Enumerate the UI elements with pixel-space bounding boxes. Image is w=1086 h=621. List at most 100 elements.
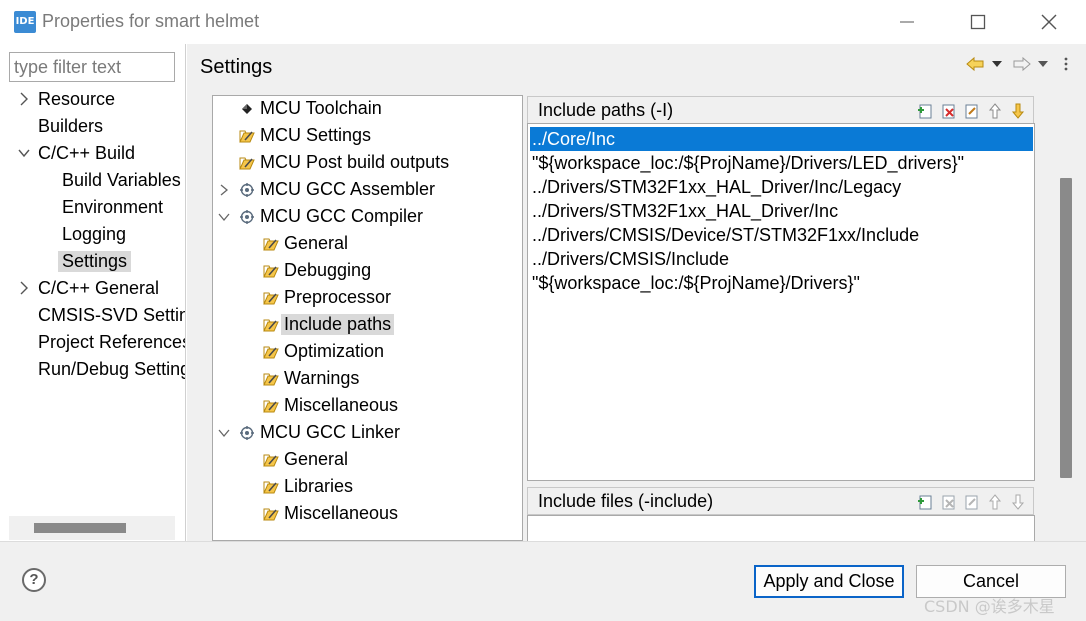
tool-tree-label: MCU Post build outputs <box>260 152 450 172</box>
tool-tree-node[interactable]: General <box>213 231 522 258</box>
tool-tree-label: Miscellaneous <box>284 395 399 415</box>
chevron-down-icon[interactable] <box>218 211 230 223</box>
tool-tree-label: MCU Settings <box>260 125 372 145</box>
chevron-right-icon[interactable] <box>18 281 30 295</box>
nav-item-label: CMSIS-SVD Settings <box>38 305 185 325</box>
delete-icon[interactable] <box>940 102 958 120</box>
help-button[interactable]: ? <box>22 568 46 592</box>
include-path-item[interactable]: "${workspace_loc:/${ProjName}/Drivers/LE… <box>530 151 1033 175</box>
chevron-down-icon[interactable] <box>218 427 230 439</box>
tool-settings-icon <box>263 373 279 386</box>
minimize-button[interactable] <box>884 4 930 40</box>
nav-item[interactable]: CMSIS-SVD Settings <box>0 303 185 330</box>
nav-item[interactable]: Resource <box>0 87 185 114</box>
include-path-item[interactable]: ../Drivers/CMSIS/Include <box>530 247 1033 271</box>
nav-item-label: Logging <box>62 224 127 244</box>
tool-tree-label: Debugging <box>284 260 372 280</box>
tool-settings-icon <box>263 400 279 413</box>
chevron-right-icon[interactable] <box>218 184 230 196</box>
back-arrow-icon[interactable] <box>966 56 984 72</box>
include-path-item[interactable]: ../Drivers/CMSIS/Device/ST/STM32F1xx/Inc… <box>530 223 1033 247</box>
tool-tree-label: General <box>284 449 349 469</box>
include-path-item[interactable]: "${workspace_loc:/${ProjName}/Drivers}" <box>530 271 1033 295</box>
tool-tree-node[interactable]: Libraries <box>213 474 522 501</box>
move-down-icon[interactable] <box>1009 102 1027 120</box>
delete-icon[interactable] <box>940 493 958 511</box>
include-path-item[interactable]: ../Drivers/STM32F1xx_HAL_Driver/Inc <box>530 199 1033 223</box>
include-paths-header: Include paths (-I) <box>527 96 1034 124</box>
chevron-down-icon[interactable] <box>18 146 30 160</box>
gear-tool-icon <box>240 426 254 440</box>
tool-tree-node[interactable]: Miscellaneous <box>213 393 522 420</box>
nav-item[interactable]: C/C++ General <box>0 276 185 303</box>
nav-item[interactable]: Logging <box>0 222 185 249</box>
edit-icon[interactable] <box>963 102 981 120</box>
nav-item[interactable]: Build Variables <box>0 168 185 195</box>
close-icon <box>1041 14 1057 30</box>
gear-tool-icon <box>240 183 254 197</box>
forward-dropdown-icon[interactable] <box>1037 56 1049 72</box>
tool-tree-label: Optimization <box>284 341 385 361</box>
nav-item-label: Build Variables <box>62 170 181 190</box>
tool-tree-node[interactable]: MCU Toolchain <box>213 96 522 123</box>
nav-item[interactable]: Settings <box>0 249 185 276</box>
tool-tree-node[interactable]: Include paths <box>213 312 522 339</box>
nav-item-label: Builders <box>38 116 104 136</box>
include-paths-list[interactable]: ../Core/Inc "${workspace_loc:/${ProjName}… <box>527 123 1035 481</box>
tool-tree-node[interactable]: MCU GCC Linker <box>213 420 522 447</box>
tool-tree-node[interactable]: Warnings <box>213 366 522 393</box>
tool-settings-icon <box>239 157 255 170</box>
tool-tree-node[interactable]: General <box>213 447 522 474</box>
include-paths-title: Include paths (-I) <box>538 100 674 120</box>
nav-scrollbar-thumb[interactable] <box>34 523 126 533</box>
watermark-text: CSDN @诶多木星 <box>924 597 1055 616</box>
nav-item[interactable]: Run/Debug Settings <box>0 357 185 384</box>
nav-item[interactable]: C/C++ Build <box>0 141 185 168</box>
nav-item-label: C/C++ General <box>38 278 160 298</box>
diamond-icon <box>242 104 252 114</box>
include-files-header: Include files (-include) <box>527 487 1034 515</box>
minimize-icon <box>900 21 914 23</box>
back-dropdown-icon[interactable] <box>991 56 1003 72</box>
apply-and-close-button[interactable]: Apply and Close <box>754 565 904 598</box>
maximize-button[interactable] <box>955 4 1001 40</box>
nav-item[interactable]: Builders <box>0 114 185 141</box>
tool-tree-label: MCU GCC Linker <box>260 422 401 442</box>
tool-tree-node[interactable]: MCU Settings <box>213 123 522 150</box>
tool-settings-icon <box>263 346 279 359</box>
move-up-icon[interactable] <box>986 102 1004 120</box>
nav-item-label: Resource <box>38 89 116 109</box>
tool-tree-label: Warnings <box>284 368 360 388</box>
tool-tree-node[interactable]: MCU GCC Assembler <box>213 177 522 204</box>
tool-tree-label: MCU Toolchain <box>260 98 382 118</box>
nav-item[interactable]: Project References <box>0 330 185 357</box>
tool-tree-node[interactable]: MCU Post build outputs <box>213 150 522 177</box>
tool-tree-label: Libraries <box>284 476 354 496</box>
add-icon[interactable] <box>917 493 935 511</box>
tool-tree-node[interactable]: Optimization <box>213 339 522 366</box>
tool-tree-label: Preprocessor <box>284 287 392 307</box>
include-files-title: Include files (-include) <box>538 491 714 511</box>
edit-icon[interactable] <box>963 493 981 511</box>
tool-settings-icon <box>263 481 279 494</box>
tool-tree-node[interactable]: MCU GCC Compiler <box>213 204 522 231</box>
move-down-icon[interactable] <box>1009 493 1027 511</box>
close-button[interactable] <box>1026 4 1072 40</box>
add-icon[interactable] <box>917 102 935 120</box>
tool-tree-node[interactable]: Miscellaneous <box>213 501 522 528</box>
vertical-scrollbar-thumb[interactable] <box>1060 178 1072 478</box>
forward-arrow-icon[interactable] <box>1013 56 1031 72</box>
include-files-list[interactable] <box>527 515 1035 541</box>
tool-tree-node[interactable]: Preprocessor <box>213 285 522 312</box>
filter-input[interactable] <box>9 52 175 82</box>
include-path-item[interactable]: ../Drivers/STM32F1xx_HAL_Driver/Inc/Lega… <box>530 175 1033 199</box>
view-menu-icon[interactable] <box>1062 56 1070 72</box>
window-title: Properties for smart helmet <box>42 11 260 31</box>
tool-settings-icon <box>263 265 279 278</box>
include-path-item[interactable]: ../Core/Inc <box>530 127 1033 151</box>
tool-settings-icon <box>239 130 255 143</box>
chevron-right-icon[interactable] <box>18 92 30 106</box>
nav-item[interactable]: Environment <box>0 195 185 222</box>
tool-tree-node[interactable]: Debugging <box>213 258 522 285</box>
move-up-icon[interactable] <box>986 493 1004 511</box>
